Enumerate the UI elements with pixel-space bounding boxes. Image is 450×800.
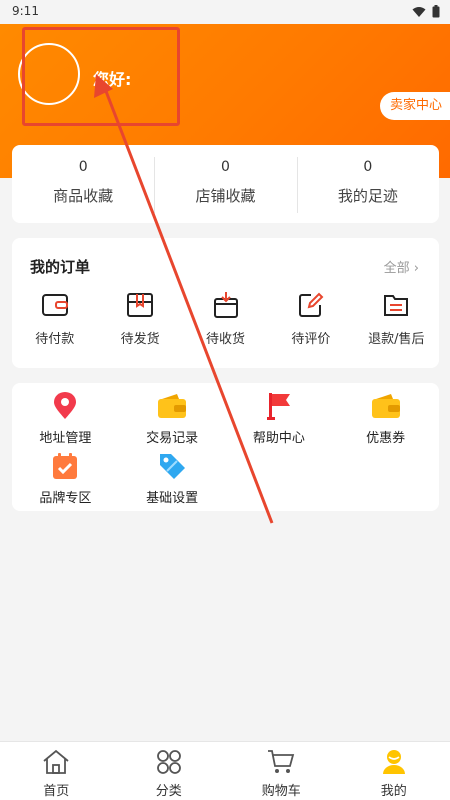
tab-category[interactable]: 分类 [113,742,226,800]
tool-label: 优惠券 [366,431,406,446]
order-pending-shipment[interactable]: 待发货 [97,290,182,347]
stats-card: 0 商品收藏 0 店铺收藏 0 我的足迹 [12,145,439,223]
tab-label: 分类 [155,784,182,799]
wifi-icon [412,6,426,17]
home-icon [43,749,69,774]
tool-transaction-records[interactable]: 交易记录 [119,391,226,451]
location-pin-icon [54,392,77,419]
order-refund-aftersale[interactable]: 退款/售后 [354,290,439,347]
status-bar: 9:11 [0,0,450,24]
wallet-icon [41,294,68,316]
tool-label: 交易记录 [146,431,199,446]
user-icon [382,750,405,774]
flag-icon [266,393,290,420]
stat-count: 0 [78,159,88,175]
stat-product-favorites[interactable]: 0 商品收藏 [12,145,154,223]
package-icon [127,293,154,317]
orders-card: 我的订单 全部 › 待付款 待发货 待收货 待评价 退款/售后 [12,238,439,368]
receive-box-icon [213,292,238,318]
tab-label: 首页 [43,784,70,799]
chevron-right-icon: › [413,261,419,276]
stat-footprints[interactable]: 0 我的足迹 [296,145,439,223]
order-status-row: 待付款 待发货 待收货 待评价 退款/售后 [12,290,439,347]
tab-cart[interactable]: 购物车 [225,742,338,800]
tool-label: 品牌专区 [39,491,92,506]
order-pending-review[interactable]: 待评价 [268,290,353,347]
order-label: 待发货 [120,332,160,347]
bottom-tab-bar: 首页 分类 购物车 我的 [0,741,450,800]
order-pending-payment[interactable]: 待付款 [12,290,97,347]
tools-grid: 地址管理 交易记录 帮助中心 优惠券 品牌专区 基础设置 [12,383,439,511]
tool-label: 基础设置 [146,491,199,506]
cart-icon [268,750,295,773]
orders-title: 我的订单 [30,258,91,276]
refund-folder-icon [384,295,409,316]
order-label: 退款/售后 [368,332,425,347]
tab-label: 购物车 [261,784,301,799]
calendar-check-icon [53,453,78,479]
edit-review-icon [298,292,324,317]
tools-card: 地址管理 交易记录 帮助中心 优惠券 品牌专区 基础设置 [12,383,439,511]
tool-brand-zone[interactable]: 品牌专区 [12,451,119,511]
greeting-text: 您好: [93,70,132,89]
order-label: 待评价 [291,332,331,347]
tool-label: 地址管理 [39,431,92,446]
avatar[interactable] [18,43,80,105]
tool-address-management[interactable]: 地址管理 [12,391,119,451]
category-icon [156,750,181,774]
seller-center-button[interactable]: 卖家中心 [379,92,450,120]
tab-mine[interactable]: 我的 [338,742,450,800]
tool-help-center[interactable]: 帮助中心 [226,391,333,451]
coupon-icon [371,394,400,418]
orders-all-link[interactable]: 全部 › [384,257,419,276]
tab-label: 我的 [380,784,407,799]
battery-icon [432,5,440,18]
order-label: 待付款 [35,332,75,347]
order-label: 待收货 [206,332,246,347]
system-icons [412,5,440,18]
stat-label: 我的足迹 [337,187,398,205]
tab-home[interactable]: 首页 [0,742,113,800]
order-pending-receipt[interactable]: 待收货 [183,290,268,347]
orders-all-label: 全部 [383,261,410,276]
tool-label: 帮助中心 [252,431,305,446]
stat-label: 店铺收藏 [195,187,256,205]
stat-count: 0 [221,159,230,175]
stat-store-favorites[interactable]: 0 店铺收藏 [154,145,296,223]
tool-basic-settings[interactable]: 基础设置 [119,451,226,511]
stat-count: 0 [363,159,373,175]
status-time: 9:11 [12,4,39,18]
stat-label: 商品收藏 [53,187,114,205]
tool-coupons[interactable]: 优惠券 [332,391,439,451]
price-tag-icon [160,454,186,479]
wallet-yellow-icon [158,394,187,418]
